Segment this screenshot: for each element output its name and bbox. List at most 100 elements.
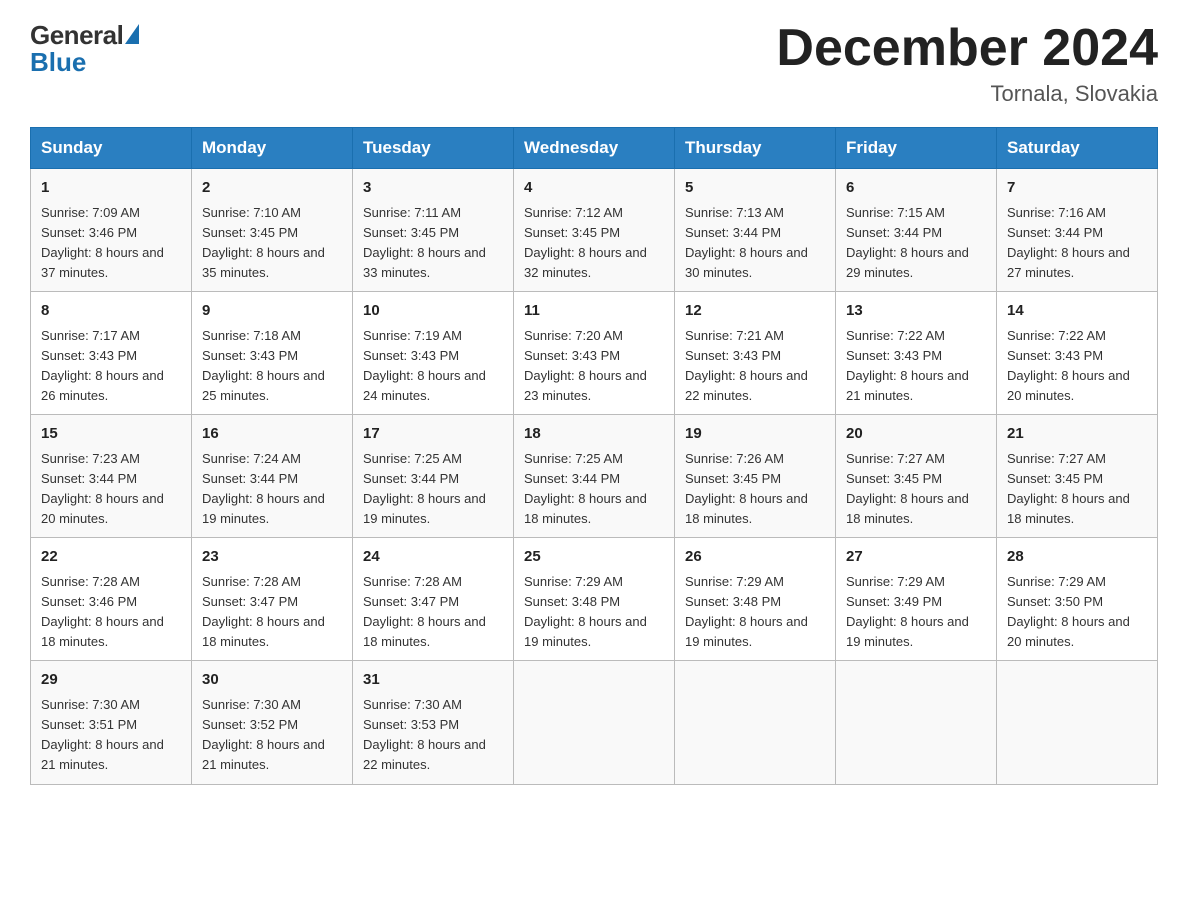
- day-cell-25: 25 Sunrise: 7:29 AMSunset: 3:48 PMDaylig…: [514, 538, 675, 661]
- day-info: Sunrise: 7:22 AMSunset: 3:43 PMDaylight:…: [1007, 326, 1147, 407]
- day-number: 29: [41, 669, 181, 692]
- col-monday: Monday: [192, 128, 353, 169]
- day-cell-14: 14 Sunrise: 7:22 AMSunset: 3:43 PMDaylig…: [997, 292, 1158, 415]
- day-cell-1: 1 Sunrise: 7:09 AMSunset: 3:46 PMDayligh…: [31, 169, 192, 292]
- day-number: 21: [1007, 423, 1147, 446]
- day-cell-7: 7 Sunrise: 7:16 AMSunset: 3:44 PMDayligh…: [997, 169, 1158, 292]
- empty-cell-w4-d6: [997, 661, 1158, 784]
- day-cell-11: 11 Sunrise: 7:20 AMSunset: 3:43 PMDaylig…: [514, 292, 675, 415]
- day-number: 22: [41, 546, 181, 569]
- day-info: Sunrise: 7:26 AMSunset: 3:45 PMDaylight:…: [685, 449, 825, 530]
- day-number: 14: [1007, 300, 1147, 323]
- col-sunday: Sunday: [31, 128, 192, 169]
- day-cell-17: 17 Sunrise: 7:25 AMSunset: 3:44 PMDaylig…: [353, 415, 514, 538]
- day-info: Sunrise: 7:12 AMSunset: 3:45 PMDaylight:…: [524, 203, 664, 284]
- day-cell-13: 13 Sunrise: 7:22 AMSunset: 3:43 PMDaylig…: [836, 292, 997, 415]
- day-cell-30: 30 Sunrise: 7:30 AMSunset: 3:52 PMDaylig…: [192, 661, 353, 784]
- day-info: Sunrise: 7:29 AMSunset: 3:49 PMDaylight:…: [846, 572, 986, 653]
- day-info: Sunrise: 7:29 AMSunset: 3:48 PMDaylight:…: [685, 572, 825, 653]
- month-title: December 2024: [776, 20, 1158, 77]
- day-number: 24: [363, 546, 503, 569]
- day-number: 5: [685, 177, 825, 200]
- col-friday: Friday: [836, 128, 997, 169]
- day-info: Sunrise: 7:13 AMSunset: 3:44 PMDaylight:…: [685, 203, 825, 284]
- day-cell-23: 23 Sunrise: 7:28 AMSunset: 3:47 PMDaylig…: [192, 538, 353, 661]
- week-row-3: 15 Sunrise: 7:23 AMSunset: 3:44 PMDaylig…: [31, 415, 1158, 538]
- day-info: Sunrise: 7:21 AMSunset: 3:43 PMDaylight:…: [685, 326, 825, 407]
- day-number: 15: [41, 423, 181, 446]
- day-cell-5: 5 Sunrise: 7:13 AMSunset: 3:44 PMDayligh…: [675, 169, 836, 292]
- day-info: Sunrise: 7:28 AMSunset: 3:47 PMDaylight:…: [363, 572, 503, 653]
- day-number: 28: [1007, 546, 1147, 569]
- logo: General Blue: [30, 20, 139, 78]
- location-title: Tornala, Slovakia: [776, 81, 1158, 107]
- col-thursday: Thursday: [675, 128, 836, 169]
- day-cell-24: 24 Sunrise: 7:28 AMSunset: 3:47 PMDaylig…: [353, 538, 514, 661]
- day-cell-29: 29 Sunrise: 7:30 AMSunset: 3:51 PMDaylig…: [31, 661, 192, 784]
- day-info: Sunrise: 7:22 AMSunset: 3:43 PMDaylight:…: [846, 326, 986, 407]
- day-info: Sunrise: 7:11 AMSunset: 3:45 PMDaylight:…: [363, 203, 503, 284]
- day-info: Sunrise: 7:27 AMSunset: 3:45 PMDaylight:…: [1007, 449, 1147, 530]
- day-cell-8: 8 Sunrise: 7:17 AMSunset: 3:43 PMDayligh…: [31, 292, 192, 415]
- day-info: Sunrise: 7:27 AMSunset: 3:45 PMDaylight:…: [846, 449, 986, 530]
- day-cell-18: 18 Sunrise: 7:25 AMSunset: 3:44 PMDaylig…: [514, 415, 675, 538]
- day-number: 26: [685, 546, 825, 569]
- day-cell-6: 6 Sunrise: 7:15 AMSunset: 3:44 PMDayligh…: [836, 169, 997, 292]
- day-info: Sunrise: 7:30 AMSunset: 3:53 PMDaylight:…: [363, 695, 503, 776]
- day-info: Sunrise: 7:16 AMSunset: 3:44 PMDaylight:…: [1007, 203, 1147, 284]
- day-cell-2: 2 Sunrise: 7:10 AMSunset: 3:45 PMDayligh…: [192, 169, 353, 292]
- empty-cell-w4-d4: [675, 661, 836, 784]
- day-info: Sunrise: 7:15 AMSunset: 3:44 PMDaylight:…: [846, 203, 986, 284]
- week-row-4: 22 Sunrise: 7:28 AMSunset: 3:46 PMDaylig…: [31, 538, 1158, 661]
- day-cell-26: 26 Sunrise: 7:29 AMSunset: 3:48 PMDaylig…: [675, 538, 836, 661]
- day-info: Sunrise: 7:29 AMSunset: 3:50 PMDaylight:…: [1007, 572, 1147, 653]
- day-cell-20: 20 Sunrise: 7:27 AMSunset: 3:45 PMDaylig…: [836, 415, 997, 538]
- day-info: Sunrise: 7:28 AMSunset: 3:47 PMDaylight:…: [202, 572, 342, 653]
- day-info: Sunrise: 7:23 AMSunset: 3:44 PMDaylight:…: [41, 449, 181, 530]
- day-number: 18: [524, 423, 664, 446]
- header-row: Sunday Monday Tuesday Wednesday Thursday…: [31, 128, 1158, 169]
- day-number: 7: [1007, 177, 1147, 200]
- day-info: Sunrise: 7:10 AMSunset: 3:45 PMDaylight:…: [202, 203, 342, 284]
- day-cell-22: 22 Sunrise: 7:28 AMSunset: 3:46 PMDaylig…: [31, 538, 192, 661]
- day-info: Sunrise: 7:30 AMSunset: 3:51 PMDaylight:…: [41, 695, 181, 776]
- day-number: 30: [202, 669, 342, 692]
- week-row-5: 29 Sunrise: 7:30 AMSunset: 3:51 PMDaylig…: [31, 661, 1158, 784]
- day-info: Sunrise: 7:25 AMSunset: 3:44 PMDaylight:…: [363, 449, 503, 530]
- day-number: 12: [685, 300, 825, 323]
- week-row-1: 1 Sunrise: 7:09 AMSunset: 3:46 PMDayligh…: [31, 169, 1158, 292]
- day-number: 6: [846, 177, 986, 200]
- day-number: 9: [202, 300, 342, 323]
- day-number: 13: [846, 300, 986, 323]
- day-number: 10: [363, 300, 503, 323]
- day-info: Sunrise: 7:30 AMSunset: 3:52 PMDaylight:…: [202, 695, 342, 776]
- day-info: Sunrise: 7:25 AMSunset: 3:44 PMDaylight:…: [524, 449, 664, 530]
- day-info: Sunrise: 7:17 AMSunset: 3:43 PMDaylight:…: [41, 326, 181, 407]
- day-number: 1: [41, 177, 181, 200]
- day-info: Sunrise: 7:29 AMSunset: 3:48 PMDaylight:…: [524, 572, 664, 653]
- col-tuesday: Tuesday: [353, 128, 514, 169]
- week-row-2: 8 Sunrise: 7:17 AMSunset: 3:43 PMDayligh…: [31, 292, 1158, 415]
- day-cell-31: 31 Sunrise: 7:30 AMSunset: 3:53 PMDaylig…: [353, 661, 514, 784]
- day-cell-16: 16 Sunrise: 7:24 AMSunset: 3:44 PMDaylig…: [192, 415, 353, 538]
- day-number: 20: [846, 423, 986, 446]
- day-cell-28: 28 Sunrise: 7:29 AMSunset: 3:50 PMDaylig…: [997, 538, 1158, 661]
- day-cell-4: 4 Sunrise: 7:12 AMSunset: 3:45 PMDayligh…: [514, 169, 675, 292]
- day-number: 8: [41, 300, 181, 323]
- day-number: 17: [363, 423, 503, 446]
- col-saturday: Saturday: [997, 128, 1158, 169]
- day-number: 11: [524, 300, 664, 323]
- day-info: Sunrise: 7:09 AMSunset: 3:46 PMDaylight:…: [41, 203, 181, 284]
- col-wednesday: Wednesday: [514, 128, 675, 169]
- day-info: Sunrise: 7:19 AMSunset: 3:43 PMDaylight:…: [363, 326, 503, 407]
- day-number: 4: [524, 177, 664, 200]
- day-number: 23: [202, 546, 342, 569]
- day-cell-9: 9 Sunrise: 7:18 AMSunset: 3:43 PMDayligh…: [192, 292, 353, 415]
- empty-cell-w4-d5: [836, 661, 997, 784]
- day-number: 25: [524, 546, 664, 569]
- day-cell-3: 3 Sunrise: 7:11 AMSunset: 3:45 PMDayligh…: [353, 169, 514, 292]
- page-header: General Blue December 2024 Tornala, Slov…: [30, 20, 1158, 107]
- day-cell-12: 12 Sunrise: 7:21 AMSunset: 3:43 PMDaylig…: [675, 292, 836, 415]
- day-number: 27: [846, 546, 986, 569]
- calendar-table: Sunday Monday Tuesday Wednesday Thursday…: [30, 127, 1158, 784]
